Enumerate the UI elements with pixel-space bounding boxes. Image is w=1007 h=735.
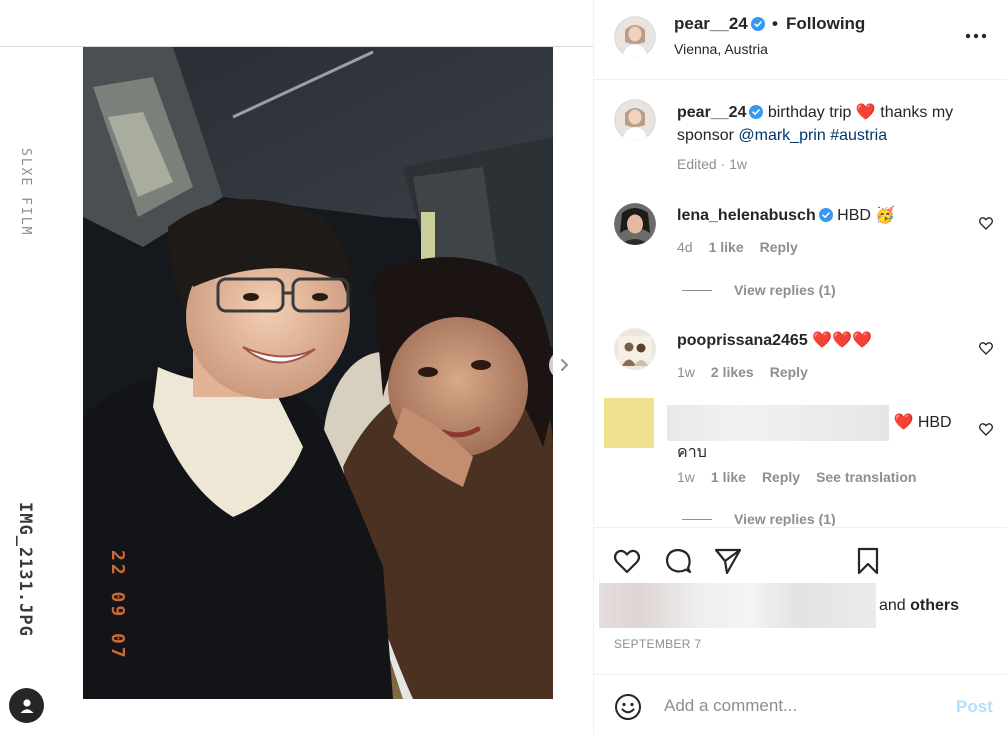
account-button[interactable] (9, 688, 44, 723)
author-avatar[interactable] (614, 16, 656, 58)
commenter-avatar[interactable] (614, 328, 656, 370)
following-button[interactable]: Following (786, 14, 865, 34)
post-actions-section: and others SEPTEMBER 7 (594, 527, 1007, 674)
comment-text: ❤️ HBD คาบ (667, 405, 977, 464)
comment-meta: 4d 1 like Reply (677, 239, 798, 255)
comment-likes-count[interactable]: 1 like (709, 239, 744, 255)
photo-date-stamp: 22 09 07 (107, 550, 128, 661)
comment-username[interactable]: lena_helenabusch (677, 207, 816, 224)
caption-text: pear__24 birthday trip ❤️ thanks my spon… (677, 101, 977, 147)
caption-meta: Edited · 1w (677, 156, 747, 172)
comment-likes-count[interactable]: 1 like (711, 469, 746, 485)
comment-reply-button[interactable]: Reply (762, 469, 800, 485)
comment-text: pooprissana2465 ❤️❤️❤️ (677, 329, 967, 352)
view-replies-label[interactable]: View replies (1) (734, 511, 836, 526)
comment-time: 4d (677, 239, 693, 255)
comment-likes-count[interactable]: 2 likes (711, 364, 754, 380)
author-avatar-image (614, 16, 656, 58)
verified-badge-icon (750, 17, 765, 31)
comment-bubble-icon[interactable] (663, 546, 693, 576)
view-replies-button[interactable]: View replies (1) (682, 511, 836, 526)
selfie-photo-illustration (83, 47, 553, 699)
comment-like-heart-icon[interactable] (978, 421, 994, 437)
caption-username[interactable]: pear__24 (677, 104, 746, 121)
bookmark-icon[interactable] (853, 546, 883, 576)
paper-plane-icon[interactable] (713, 546, 743, 576)
likes-summary: and others (599, 583, 959, 628)
comment-like-heart-icon[interactable] (978, 215, 994, 231)
heart-emoji: ❤️ (893, 414, 914, 432)
likes-others-link[interactable]: others (910, 597, 959, 614)
party-face-emoji: 🥳 (875, 207, 896, 224)
hearts-emoji: ❤️❤️❤️ (812, 332, 872, 349)
view-replies-button[interactable]: View replies (1) (682, 282, 836, 298)
film-brand-label: SLXE FILM (18, 148, 33, 237)
comment-meta: 1w 2 likes Reply (677, 364, 808, 380)
see-translation-button[interactable]: See translation (816, 469, 916, 485)
likes-text: and others (879, 597, 959, 615)
comments-list[interactable]: pear__24 birthday trip ❤️ thanks my spon… (594, 81, 1007, 526)
more-options-icon[interactable] (964, 30, 988, 42)
commenter-avatar-redacted[interactable] (604, 398, 654, 448)
comment-like-heart-icon[interactable] (978, 340, 994, 356)
commenter-avatar[interactable] (614, 203, 656, 245)
post-comment-button[interactable]: Post (956, 697, 993, 717)
post-date[interactable]: SEPTEMBER 7 (614, 637, 701, 651)
post-side-panel: pear__24 • Following Vienna, Austria pea… (593, 0, 1007, 735)
comment-username[interactable]: pooprissana2465 (677, 332, 808, 349)
verified-badge-icon (818, 208, 833, 222)
comment-meta: 1w 1 like Reply See translation (677, 469, 916, 485)
user-silhouette-icon (20, 698, 33, 713)
caption-body-start: birthday trip (767, 104, 852, 121)
commenter-avatar-image (614, 203, 656, 245)
post-media-area: SLXE FILM IMG_2131.JPG 22 09 07 (0, 0, 593, 735)
redacted-username-block (667, 405, 889, 441)
comment-body: HBD (837, 207, 871, 224)
comment-time: 1w (677, 469, 695, 485)
view-replies-label[interactable]: View replies (1) (734, 282, 836, 298)
comment-body: HBD (917, 414, 952, 432)
caption-heart-emoji: ❤️ (855, 104, 876, 121)
header-separator-dot: • (772, 14, 778, 33)
smiley-icon[interactable] (614, 693, 642, 721)
next-photo-button[interactable] (549, 350, 579, 380)
caption-author-avatar[interactable] (614, 99, 656, 141)
comment-body-line2: คาบ (677, 444, 707, 461)
post-photo[interactable] (83, 47, 553, 699)
caption-edited-time: Edited · 1w (677, 156, 748, 172)
post-header: pear__24 • Following Vienna, Austria (594, 0, 1007, 80)
commenter-avatar-image (614, 328, 656, 370)
caption-mention-link[interactable]: @mark_prin (738, 127, 825, 144)
heart-icon[interactable] (612, 546, 642, 576)
comment-input[interactable] (664, 691, 934, 721)
chevron-right-icon (561, 359, 568, 371)
redacted-likers-block (599, 583, 876, 628)
caption-avatar-image (614, 99, 656, 141)
comment-text: lena_helenabusch HBD 🥳 (677, 204, 967, 227)
author-username[interactable]: pear__24 (674, 14, 748, 33)
likes-and-label: and (879, 596, 906, 614)
verified-badge-icon (749, 105, 764, 119)
post-location[interactable]: Vienna, Austria (674, 41, 768, 57)
comment-reply-button[interactable]: Reply (760, 239, 798, 255)
replies-divider-line (682, 289, 712, 291)
comment-time: 1w (677, 364, 695, 380)
caption-hashtag-link[interactable]: #austria (830, 127, 887, 144)
author-username-link[interactable]: pear__24 (674, 14, 765, 34)
film-filename-label: IMG_2131.JPG (15, 502, 35, 637)
replies-divider-line (682, 518, 712, 520)
comment-reply-button[interactable]: Reply (770, 364, 808, 380)
comment-composer: Post (594, 674, 1007, 735)
